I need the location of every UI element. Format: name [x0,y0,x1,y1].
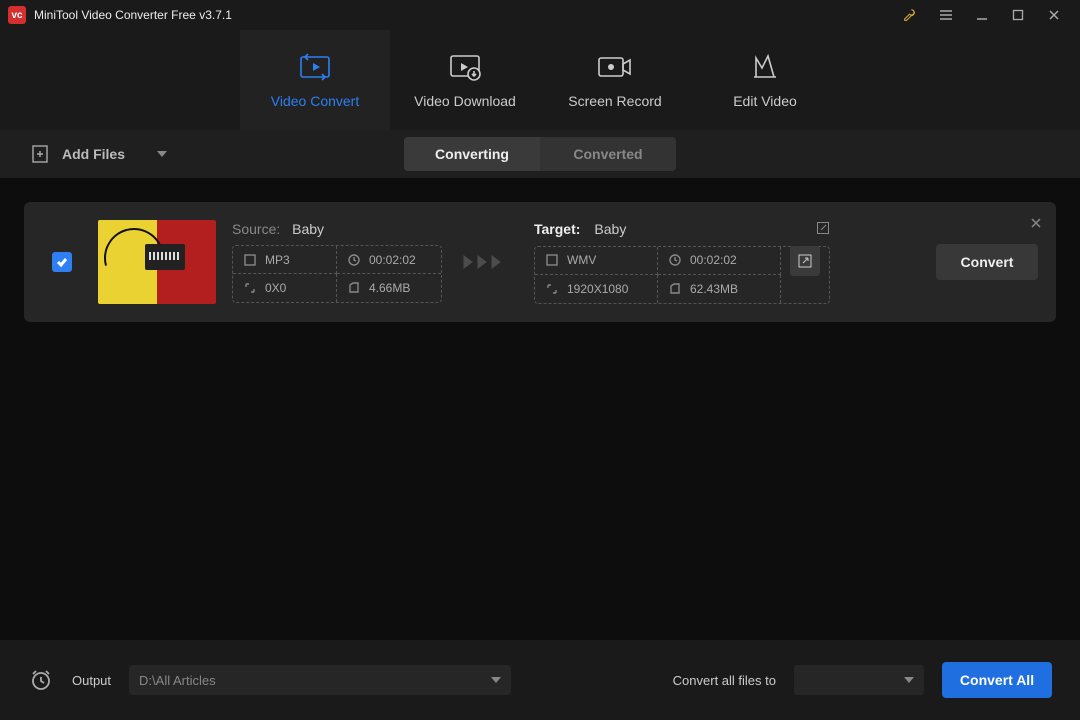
file-list: Source: Baby MP3 00:02:02 0X0 4.66MB Tar… [0,178,1080,322]
source-label: Source: [232,221,280,237]
title-bar: vc MiniTool Video Converter Free v3.7.1 [0,0,1080,30]
target-meta: WMV 00:02:02 1920X1080 62.43MB [534,246,830,304]
convert-all-button[interactable]: Convert All [942,662,1052,698]
source-format: MP3 [233,246,337,274]
target-resolution: 1920X1080 [535,275,658,303]
source-size: 4.66MB [337,274,441,302]
resolution-icon [545,282,559,296]
format-icon [545,253,559,267]
target-label: Target: [534,221,580,237]
minimize-button[interactable] [964,1,1000,29]
app-logo-icon: vc [8,6,26,24]
seg-converting[interactable]: Converting [404,137,540,171]
menu-icon[interactable] [928,1,964,29]
source-resolution: 0X0 [233,274,337,302]
target-preview-cell [781,247,829,275]
target-format: WMV [535,247,658,275]
seg-converted[interactable]: Converted [540,137,676,171]
add-file-icon [30,144,50,164]
convert-all-to-label: Convert all files to [673,673,776,688]
output-label: Output [72,673,111,688]
format-icon [243,253,257,267]
edit-video-icon [750,51,780,83]
screen-record-icon [596,51,634,83]
video-download-icon [448,51,482,83]
row-checkbox[interactable] [52,252,72,272]
source-name: Baby [292,221,324,237]
source-duration: 00:02:02 [337,246,441,274]
file-thumbnail [98,220,216,304]
target-name: Baby [594,221,626,237]
size-icon [347,281,361,295]
chevron-down-icon [491,677,501,683]
close-button[interactable] [1036,1,1072,29]
arrow-icon [458,252,518,272]
maximize-button[interactable] [1000,1,1036,29]
file-row: Source: Baby MP3 00:02:02 0X0 4.66MB Tar… [24,202,1056,322]
tab-label: Screen Record [568,93,661,109]
window-title: MiniTool Video Converter Free v3.7.1 [34,8,892,22]
bottom-bar: Output D:\All Articles Convert all files… [0,640,1080,720]
tab-label: Edit Video [733,93,797,109]
tab-edit-video[interactable]: Edit Video [690,30,840,130]
resolution-icon [243,281,257,295]
output-path-select[interactable]: D:\All Articles [129,665,511,695]
preview-button[interactable] [790,246,820,276]
convert-button[interactable]: Convert [936,244,1038,280]
source-column: Source: Baby MP3 00:02:02 0X0 4.66MB [232,221,442,303]
add-files-button[interactable]: Add Files [30,144,167,164]
source-title: Source: Baby [232,221,442,237]
output-path-value: D:\All Articles [139,673,216,688]
add-files-label: Add Files [62,146,125,162]
clock-icon [347,253,361,267]
remove-row-icon[interactable] [1030,216,1042,234]
chevron-down-icon[interactable] [157,151,167,157]
target-duration: 00:02:02 [658,247,781,275]
source-meta: MP3 00:02:02 0X0 4.66MB [232,245,442,303]
chevron-down-icon [904,677,914,683]
tab-label: Video Convert [271,93,359,109]
toolbar: Add Files Converting Converted [0,130,1080,178]
edit-target-icon[interactable] [816,221,830,238]
key-icon[interactable] [892,1,928,29]
target-title: Target: Baby [534,221,830,238]
clock-icon [668,253,682,267]
convert-all-to-select[interactable] [794,665,924,695]
target-column: Target: Baby WMV 00:02:02 1920X1080 62.4… [534,221,830,304]
tab-video-convert[interactable]: Video Convert [240,30,390,130]
size-icon [668,282,682,296]
tab-video-download[interactable]: Video Download [390,30,540,130]
video-convert-icon [298,51,332,83]
tab-label: Video Download [414,93,516,109]
target-size: 62.43MB [658,275,781,303]
status-segmented: Converting Converted [404,137,676,171]
scheduler-icon[interactable] [28,667,54,693]
tab-screen-record[interactable]: Screen Record [540,30,690,130]
main-nav: Video Convert Video Download Screen Reco… [0,30,1080,130]
